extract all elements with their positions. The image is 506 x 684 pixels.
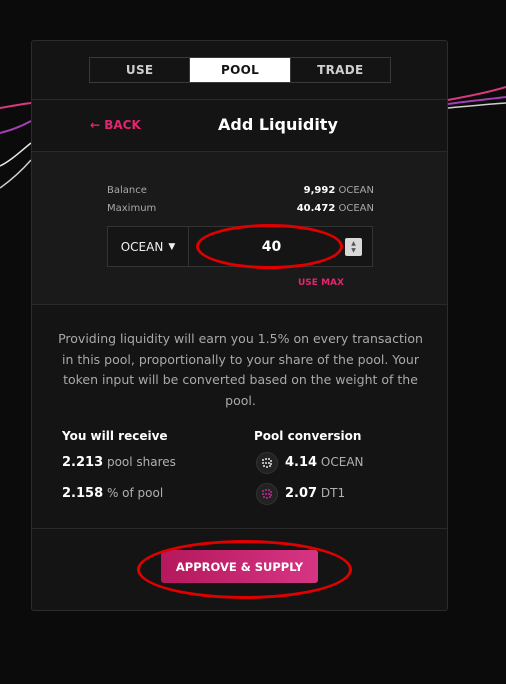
ocean-conversion-stat: 4.14 OCEAN — [285, 455, 364, 470]
tab-trade[interactable]: TRADE — [291, 58, 390, 82]
back-button[interactable]: ← BACK — [90, 118, 141, 132]
balance-value: 9,992 — [303, 185, 336, 196]
tab-pool[interactable]: POOL — [190, 58, 291, 82]
pool-percent-stat: 2.158 % of pool — [62, 486, 163, 501]
caret-down-icon: ▼ — [168, 241, 176, 252]
maximum-value: 40.472 — [296, 203, 336, 214]
token-select-label: OCEAN — [120, 239, 164, 254]
pool-percent-value: 2.158 — [62, 486, 104, 501]
pool-shares-value: 2.213 — [62, 455, 104, 470]
conversion-heading: Pool conversion — [254, 429, 362, 443]
use-max-button[interactable]: USE MAX — [298, 278, 344, 288]
ocean-conversion-value: 4.14 — [285, 455, 318, 470]
dt-conversion-stat: 2.07 DT1 — [285, 486, 345, 501]
amount-annotation-ring — [196, 224, 343, 269]
maximum-row: Maximum 40.472 OCEAN — [107, 203, 374, 214]
balance-label: Balance — [107, 185, 147, 196]
ocean-token-icon — [256, 452, 278, 474]
liquidity-panel: USE POOL TRADE ← BACK Add Liquidity Bala… — [31, 40, 448, 611]
tab-bar: USE POOL TRADE — [89, 57, 391, 83]
receive-heading: You will receive — [62, 429, 168, 443]
maximum-unit: OCEAN — [338, 203, 375, 214]
approve-annotation-ring — [137, 540, 352, 599]
balance-row: Balance 9,992 OCEAN — [107, 185, 374, 196]
pool-percent-label: % of pool — [106, 486, 164, 500]
ocean-conversion-label: OCEAN — [320, 455, 364, 469]
panel-header: ← BACK Add Liquidity — [32, 99, 447, 152]
datatoken-icon — [256, 483, 278, 505]
dt-conversion-label: DT1 — [320, 486, 346, 500]
tab-use[interactable]: USE — [90, 58, 191, 82]
token-select[interactable]: OCEAN ▼ — [108, 227, 189, 266]
stepper-down-icon[interactable]: ▼ — [351, 247, 356, 254]
maximum-label: Maximum — [107, 203, 157, 214]
page-title: Add Liquidity — [218, 115, 338, 134]
info-text: Providing liquidity will earn you 1.5% o… — [58, 331, 423, 408]
amount-stepper[interactable]: ▲ ▼ — [345, 238, 362, 256]
stepper-up-icon[interactable]: ▲ — [351, 240, 356, 247]
balance-unit: OCEAN — [338, 185, 375, 196]
footer-divider — [32, 528, 447, 529]
pool-shares-label: pool shares — [106, 455, 176, 469]
dt-conversion-value: 2.07 — [285, 486, 318, 501]
pool-shares-stat: 2.213 pool shares — [62, 455, 176, 470]
